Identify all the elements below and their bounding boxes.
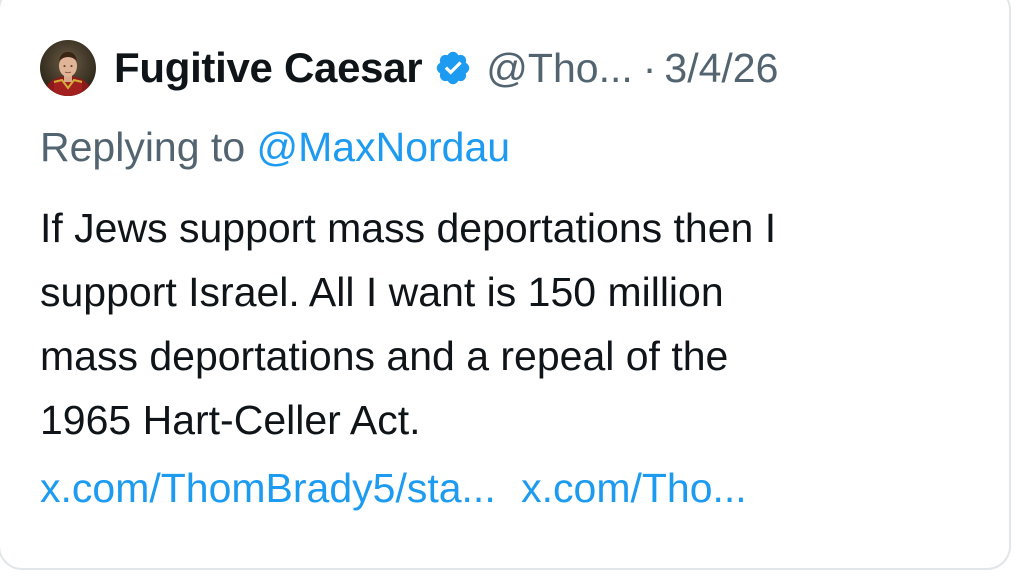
avatar[interactable] <box>40 40 96 96</box>
display-name[interactable]: Fugitive Caesar <box>114 44 423 92</box>
replying-to: Replying to @MaxNordau <box>40 124 510 171</box>
tweet-header: Fugitive Caesar @Tho... · 3/4/26 <box>40 40 778 96</box>
link-url-1[interactable]: x.com/ThomBrady5/sta... <box>40 465 496 511</box>
reply-prefix: Replying to <box>40 124 246 170</box>
verified-badge-icon <box>437 51 470 85</box>
tweet-date[interactable]: 3/4/26 <box>664 45 778 92</box>
tweet-body: If Jews support mass deportations then I… <box>40 196 980 452</box>
tweet-body-line: 1965 Hart-Celler Act. <box>40 397 421 443</box>
tweet-body-line: mass deportations and a repeal of the <box>40 333 729 379</box>
separator-dot: · <box>642 44 657 91</box>
link-url-2[interactable]: x.com/Tho... <box>521 465 747 511</box>
user-handle[interactable]: @Tho... <box>486 45 632 92</box>
tweet-body-line: If Jews support mass deportations then I <box>40 205 777 251</box>
tweet-body-line: support Israel. All I want is 150 millio… <box>40 269 724 315</box>
tweet-links: x.com/ThomBrady5/sta... x.com/Tho... <box>40 456 747 520</box>
reply-handle-link[interactable]: @MaxNordau <box>257 124 511 170</box>
